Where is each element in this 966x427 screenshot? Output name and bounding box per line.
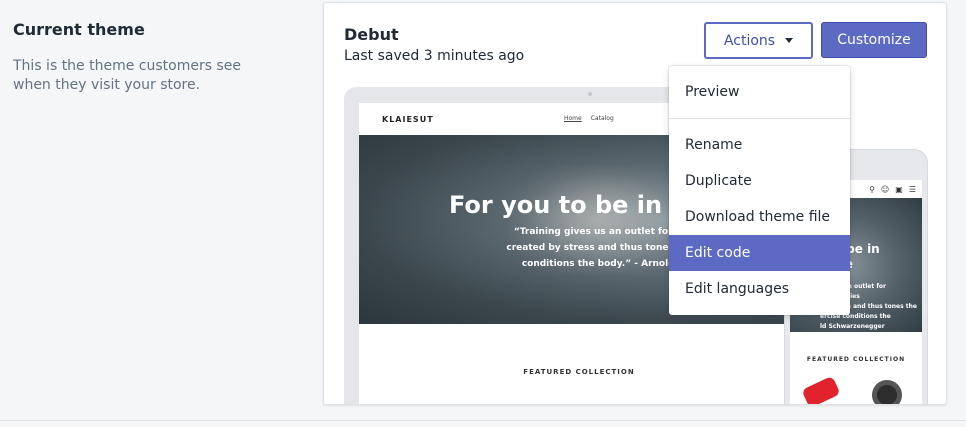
search-icon: ⚲ bbox=[869, 184, 875, 194]
menu-icon: ☰ bbox=[908, 184, 916, 194]
preview-logo: KLAIESUT bbox=[382, 114, 434, 124]
menu-item-duplicate[interactable]: Duplicate bbox=[669, 163, 850, 199]
weight-plate-product-image bbox=[872, 380, 902, 404]
camera-dot bbox=[588, 92, 592, 96]
section-title: Current theme bbox=[13, 20, 145, 39]
menu-item-rename[interactable]: Rename bbox=[669, 127, 850, 163]
actions-button-label: Actions bbox=[723, 32, 776, 49]
section-divider bbox=[0, 420, 966, 421]
cart-icon: ▣ bbox=[895, 184, 903, 194]
section-info: Current theme This is the theme customer… bbox=[13, 20, 273, 95]
menu-item-preview[interactable]: Preview bbox=[669, 74, 850, 110]
actions-button[interactable]: Actions bbox=[704, 22, 813, 59]
dumbbell-product-image bbox=[801, 375, 841, 404]
actions-menu: Preview Rename Duplicate Download theme … bbox=[669, 66, 850, 315]
section-description: This is the theme customers see when the… bbox=[13, 58, 241, 93]
preview-nav-catalog: Catalog bbox=[590, 115, 614, 122]
menu-divider bbox=[669, 118, 850, 119]
preview-nav-home: Home bbox=[564, 115, 582, 122]
caret-down-icon bbox=[785, 38, 794, 43]
menu-item-edit-languages[interactable]: Edit languages bbox=[669, 271, 850, 307]
mobile-quote-line: ld Schwarzenegger bbox=[820, 323, 885, 330]
theme-card: Debut Last saved 3 minutes ago Actions C… bbox=[323, 2, 947, 405]
theme-name: Debut bbox=[344, 25, 399, 44]
theme-last-saved: Last saved 3 minutes ago bbox=[344, 48, 525, 64]
preview-nav: Home Catalog bbox=[564, 115, 614, 122]
menu-item-download-theme-file[interactable]: Download theme file bbox=[669, 199, 850, 235]
customize-button[interactable]: Customize bbox=[821, 22, 927, 58]
preview-featured-heading: FEATURED COLLECTION bbox=[523, 368, 635, 376]
menu-item-edit-code[interactable]: Edit code bbox=[669, 235, 850, 271]
user-icon: ☺ bbox=[880, 184, 890, 194]
mobile-featured-heading: FEATURED COLLECTION bbox=[806, 356, 906, 363]
